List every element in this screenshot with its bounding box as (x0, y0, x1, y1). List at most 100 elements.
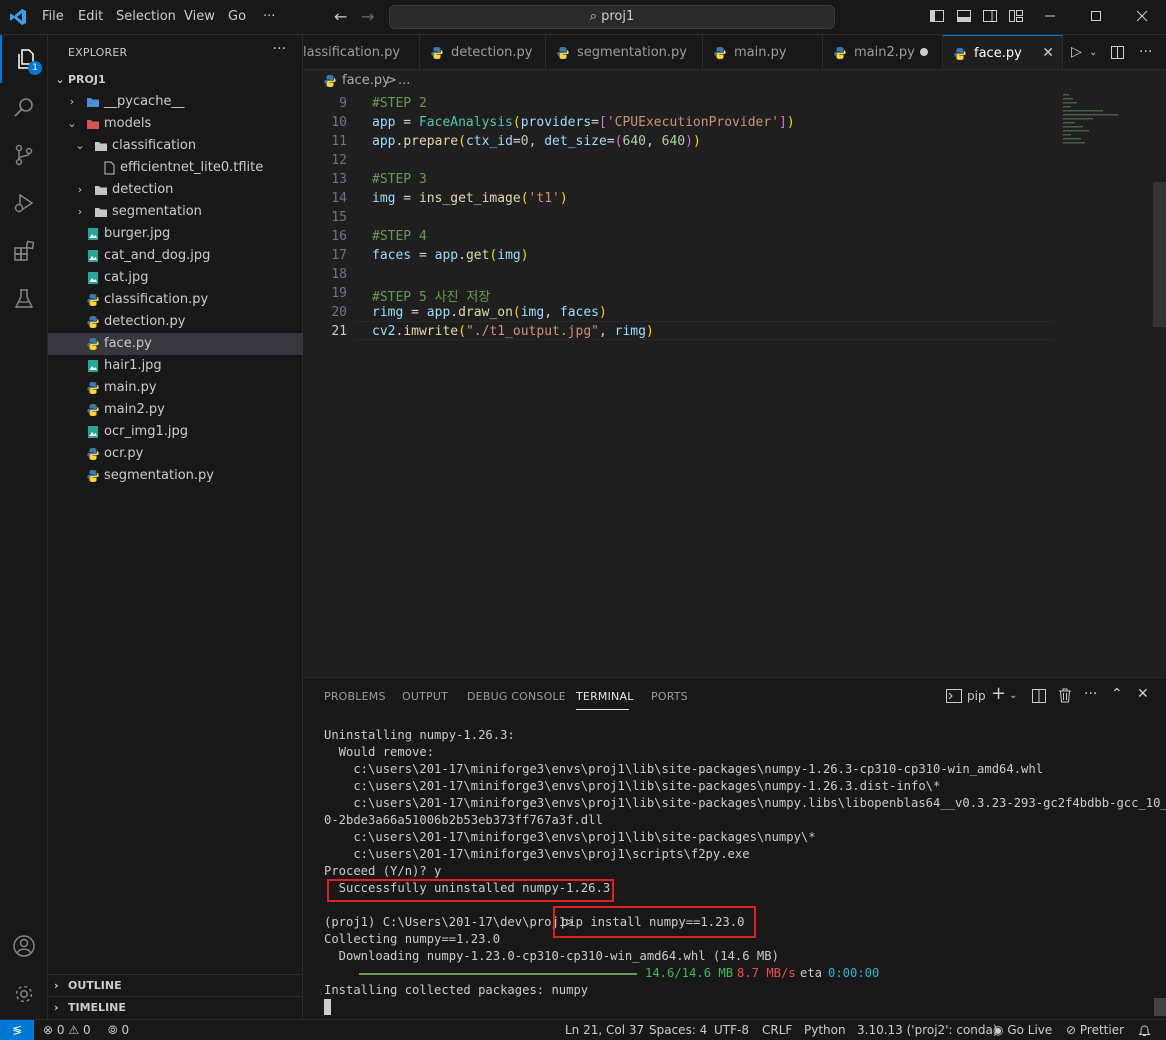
tree-item[interactable]: detection.py (48, 311, 303, 333)
tree-item[interactable]: › __pycache__ (48, 91, 303, 113)
status-indentation[interactable]: Spaces: 4 (649, 1020, 707, 1040)
status-go-live[interactable]: ◉ Go Live (993, 1020, 1052, 1040)
code-token: app (434, 248, 459, 263)
tree-item[interactable]: segmentation.py (48, 465, 303, 487)
activity-testing[interactable] (0, 275, 48, 323)
trash-icon[interactable] (1058, 688, 1072, 703)
tree-item[interactable]: burger.jpg (48, 223, 303, 245)
maximize-icon[interactable] (1088, 8, 1104, 24)
tree-item[interactable]: cat_and_dog.jpg (48, 245, 303, 267)
command-center-search[interactable]: ⌕ proj1 (389, 5, 835, 29)
terminal-instance-name[interactable]: pip (967, 689, 986, 703)
tree-item[interactable]: ⌄ classification (48, 135, 303, 157)
new-terminal-plus-icon[interactable]: + (991, 683, 1006, 704)
code-token: #STEP 2 (372, 96, 427, 111)
tree-item[interactable]: face.py (48, 333, 303, 355)
timeline-section[interactable]: › TIMELINE (48, 996, 303, 1018)
panel-more-icon[interactable]: ··· (1084, 686, 1097, 702)
back-arrow-icon[interactable]: ← (334, 7, 347, 26)
code-editor[interactable]: 9 #STEP 2 10 app = FaceAnalysis(providers=[… (303, 92, 1166, 677)
line-number: 14 (331, 191, 347, 206)
menu-file[interactable]: File (42, 9, 64, 24)
code-line: #STEP 2 (372, 96, 427, 111)
terminal-scrollbar[interactable] (1154, 998, 1166, 1016)
tree-item[interactable]: ocr_img1.jpg (48, 421, 303, 443)
panel-tab-output[interactable]: OUTPUT (402, 690, 448, 703)
outline-section[interactable]: › OUTLINE (48, 974, 303, 996)
status-encoding[interactable]: UTF-8 (714, 1020, 749, 1040)
editor-more-icon[interactable]: ··· (1139, 35, 1152, 69)
project-root[interactable]: ⌄ PROJ1 (48, 69, 303, 91)
forward-arrow-icon[interactable]: → (361, 7, 374, 26)
vscode-logo-icon[interactable] (9, 8, 27, 26)
tree-item[interactable]: hair1.jpg (48, 355, 303, 377)
tree-item[interactable]: › detection (48, 179, 303, 201)
tree-item[interactable]: main.py (48, 377, 303, 399)
activity-accounts[interactable] (0, 922, 48, 970)
toggle-panel-icon[interactable] (956, 8, 972, 24)
toggle-secondary-sidebar-icon[interactable] (982, 8, 998, 24)
progress-eta: 0:00:00 (828, 966, 880, 980)
breadcrumb-separator: > (386, 73, 397, 88)
close-tab-icon[interactable]: ✕ (1042, 36, 1054, 69)
menu-edit[interactable]: Edit (78, 9, 103, 24)
toggle-primary-sidebar-icon[interactable] (929, 8, 945, 24)
activity-run-debug[interactable] (0, 179, 48, 227)
code-token: = (606, 134, 615, 149)
unsaved-dot-icon[interactable] (920, 48, 928, 56)
tree-item[interactable]: main2.py (48, 399, 303, 421)
status-prettier[interactable]: ⊘ Prettier (1066, 1020, 1124, 1040)
activity-manage[interactable] (0, 970, 48, 1018)
menu-go[interactable]: Go (228, 9, 246, 24)
panel-tab-problems[interactable]: PROBLEMS (324, 690, 386, 703)
run-dropdown-chevron-icon[interactable]: ⌄ (1089, 35, 1097, 69)
split-terminal-icon[interactable] (1032, 689, 1046, 703)
tree-item[interactable]: ocr.py (48, 443, 303, 465)
tab-main[interactable]: main.py (703, 35, 823, 69)
remote-indicator[interactable]: ≶ (0, 1020, 34, 1040)
code-token: ) (559, 191, 568, 206)
activity-explorer[interactable]: 1 (0, 35, 48, 83)
tree-item[interactable]: cat.jpg (48, 267, 303, 289)
tab-segmentation[interactable]: segmentation.py (546, 35, 703, 69)
status-language[interactable]: Python (804, 1020, 846, 1040)
menu-more[interactable]: ··· (263, 9, 275, 24)
editor-scrollbar[interactable] (1153, 182, 1166, 327)
activity-source-control[interactable] (0, 131, 48, 179)
status-eol[interactable]: CRLF (762, 1020, 792, 1040)
tab-detection[interactable]: detection.py (420, 35, 546, 69)
panel-tab-debug-console[interactable]: DEBUG CONSOLE (467, 690, 566, 703)
run-file-icon[interactable]: ▷ (1071, 35, 1082, 69)
minimap[interactable] (1063, 92, 1153, 677)
maximize-panel-chevron-up-icon[interactable]: ⌃ (1111, 686, 1123, 702)
tree-item[interactable]: efficientnet_lite0.tflite (48, 157, 303, 179)
menu-view[interactable]: View (184, 9, 215, 24)
menu-selection[interactable]: Selection (116, 9, 176, 24)
panel-tab-ports[interactable]: PORTS (651, 690, 688, 703)
tab-face[interactable]: face.py ✕ (943, 35, 1063, 69)
activity-search[interactable] (0, 83, 48, 131)
status-interpreter[interactable]: 3.10.13 ('proj2': conda) (857, 1020, 998, 1040)
panel-tab-terminal[interactable]: TERMINAL (576, 690, 634, 703)
customize-layout-icon[interactable] (1008, 8, 1024, 24)
terminal-dropdown-chevron-icon[interactable]: ⌄ (1009, 690, 1017, 701)
tree-item[interactable]: classification.py (48, 289, 303, 311)
activity-extensions[interactable] (0, 227, 48, 275)
tab-classification[interactable]: lassification.py (303, 35, 420, 69)
code-token: app (372, 134, 396, 149)
breadcrumb-file[interactable]: face.py (342, 70, 390, 92)
close-window-icon[interactable] (1134, 8, 1150, 24)
tree-item[interactable]: › segmentation (48, 201, 303, 223)
split-editor-icon[interactable] (1110, 45, 1125, 60)
minimize-icon[interactable] (1042, 8, 1058, 24)
tab-main2[interactable]: main2.py (823, 35, 943, 69)
code-line: faces = app.get(img) (372, 248, 529, 263)
notifications-bell-icon[interactable] (1138, 1024, 1151, 1037)
status-ports[interactable]: ⦾ 0 (108, 1020, 129, 1040)
breadcrumb-symbols[interactable]: ... (398, 70, 410, 92)
tree-item[interactable]: ⌄ models (48, 113, 303, 135)
status-problems[interactable]: ⊗ 0 ⚠ 0 (43, 1020, 91, 1040)
status-cursor-position[interactable]: Ln 21, Col 37 (565, 1020, 644, 1040)
close-panel-icon[interactable]: ✕ (1137, 686, 1149, 702)
explorer-more-icon[interactable]: ··· (273, 41, 286, 57)
